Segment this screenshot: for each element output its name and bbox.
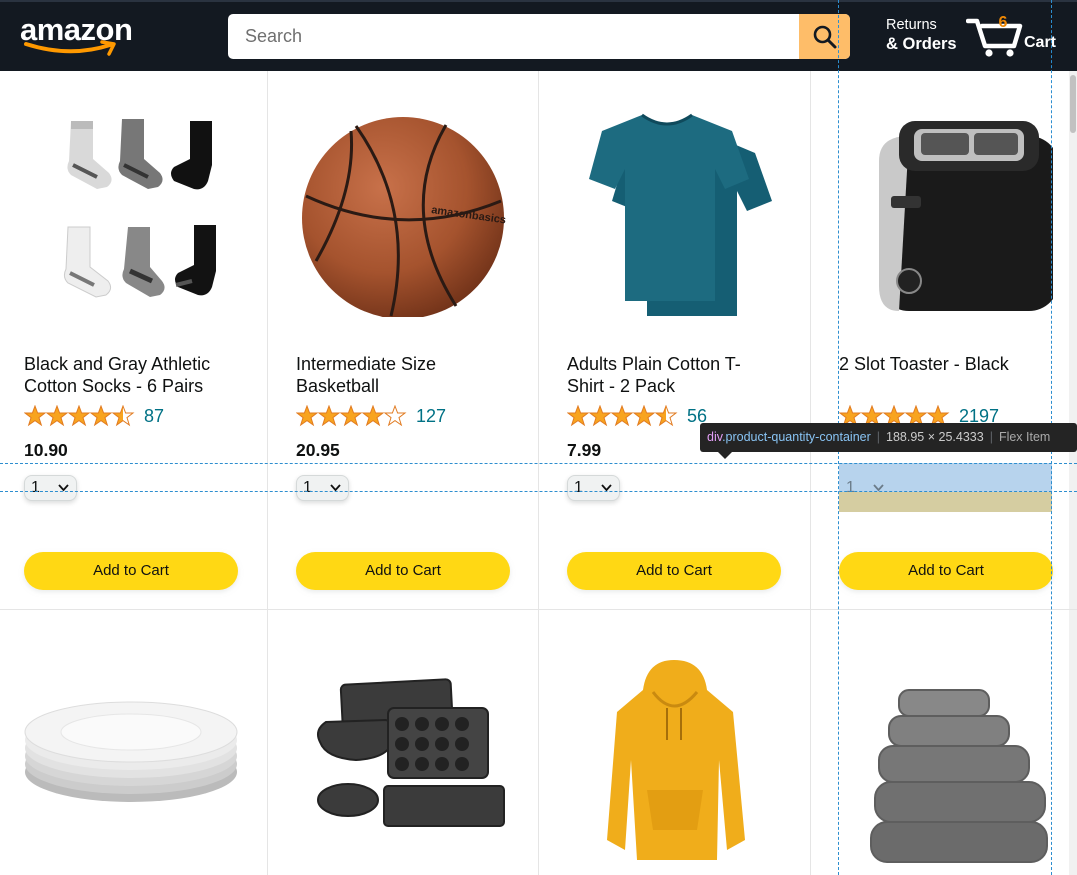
add-to-cart-button[interactable]: Add to Cart (839, 552, 1053, 590)
product-price: 7.99 (567, 440, 602, 460)
product-rating[interactable]: 56 (567, 405, 707, 427)
quantity-value: 1 (574, 479, 583, 496)
quantity-value: 1 (303, 479, 312, 496)
product-image-plates[interactable] (24, 650, 238, 866)
quantity-select[interactable]: 1 (24, 475, 77, 501)
product-name[interactable]: 2 Slot Toaster - Black (839, 353, 1039, 375)
product-name[interactable]: Black and Gray Athletic Cotton Socks - 6… (24, 353, 224, 397)
add-to-cart-button[interactable]: Add to Cart (296, 552, 510, 590)
rating-stars-icon (24, 405, 136, 427)
product-price: 20.95 (296, 440, 340, 460)
rating-stars-icon (567, 405, 679, 427)
tooltip-dimensions: 188.95 × 25.4333 (886, 430, 984, 444)
tooltip-arrow (718, 452, 732, 459)
product-image-tshirt[interactable] (567, 101, 781, 317)
tooltip-kind: Flex Item (998, 430, 1051, 444)
product-card: amazonbasics Intermediate Size Basketbal… (272, 81, 543, 601)
product-name[interactable]: Adults Plain Cotton T-Shirt - 2 Pack (567, 353, 767, 397)
product-image-bakeware[interactable] (296, 650, 510, 866)
product-image-towels[interactable] (839, 650, 1053, 866)
orders-label: & Orders (886, 35, 957, 53)
product-image-toaster[interactable] (839, 101, 1059, 317)
product-card: Adults Plain Cotton T-Shirt - 2 Pack 56 … (543, 81, 814, 601)
product-rating[interactable]: 127 (296, 405, 446, 427)
search-icon (813, 25, 836, 48)
tooltip-tag: div (707, 430, 723, 444)
product-image-basketball[interactable]: amazonbasics (296, 101, 510, 319)
quantity-select[interactable]: 1 (567, 475, 620, 501)
tooltip-class: .product-quantity-container (722, 430, 871, 444)
product-card: 2 Slot Toaster - Black 2197 Add to Cart (815, 81, 1077, 601)
add-to-cart-button[interactable]: Add to Cart (24, 552, 238, 590)
product-rating[interactable]: 87 (24, 405, 164, 427)
devtools-guide-line (0, 491, 1077, 492)
amazon-logo[interactable]: amazon (20, 12, 138, 58)
quantity-value: 1 (846, 479, 855, 496)
cart-count-badge: 6 (998, 14, 1008, 31)
product-price: 10.90 (24, 440, 68, 460)
rating-count[interactable]: 87 (144, 405, 164, 427)
product-image-socks[interactable] (24, 101, 238, 317)
returns-and-orders-link[interactable]: Returns & Orders (886, 17, 957, 54)
search-input[interactable] (228, 14, 799, 59)
product-card: Black and Gray Athletic Cotton Socks - 6… (0, 81, 271, 601)
search-button[interactable] (799, 14, 850, 59)
rating-stars-icon (296, 405, 408, 427)
quantity-select[interactable]: 1 (296, 475, 349, 501)
product-image-hoodie[interactable] (567, 650, 781, 866)
returns-label: Returns (886, 17, 937, 33)
quantity-value: 1 (31, 479, 40, 496)
add-to-cart-button[interactable]: Add to Cart (567, 552, 781, 590)
top-header: amazon Returns & Orders 6 Cart (0, 0, 1077, 71)
rating-count[interactable]: 127 (416, 405, 446, 427)
header-top-line (0, 0, 1077, 2)
grid-row-divider (0, 609, 1077, 610)
devtools-guide-line (0, 463, 1077, 464)
product-name[interactable]: Intermediate Size Basketball (296, 353, 496, 397)
devtools-inspect-tooltip: div.product-quantity-container | 188.95 × … (700, 423, 1077, 452)
search-bar (228, 14, 850, 59)
logo-smile-icon (24, 40, 116, 56)
quantity-select[interactable]: 1 (839, 475, 892, 501)
